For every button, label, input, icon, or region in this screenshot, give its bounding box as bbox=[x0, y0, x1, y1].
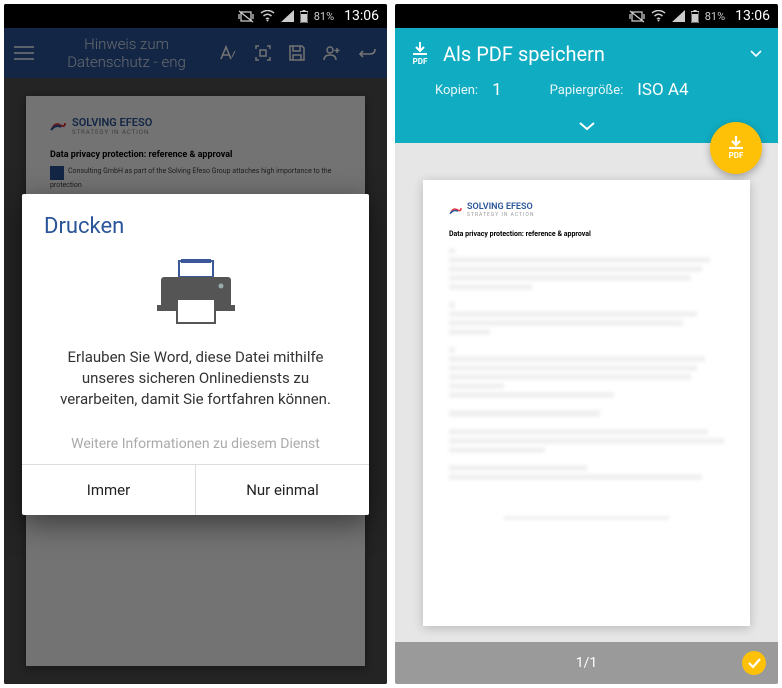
pdf-destination-icon[interactable]: PDF bbox=[411, 42, 429, 66]
clock: 13:06 bbox=[344, 8, 379, 24]
blurred-paragraph bbox=[449, 410, 724, 417]
page-count: 1/1 bbox=[576, 655, 598, 671]
wifi-icon bbox=[651, 10, 666, 22]
blurred-paragraph bbox=[449, 248, 724, 290]
signal-icon bbox=[672, 10, 685, 22]
copies-label: Kopien: bbox=[435, 83, 478, 98]
blurred-paragraph bbox=[449, 429, 724, 453]
preview-tagline: STRATEGY IN ACTION bbox=[467, 212, 534, 218]
once-button[interactable]: Nur einmal bbox=[196, 465, 369, 515]
copies-value[interactable]: 1 bbox=[492, 80, 502, 100]
dialog-body: Erlauben Sie Word, diese Datei mithilfe … bbox=[22, 347, 369, 428]
preview-page: SOLVING EFESO STRATEGY IN ACTION Data pr… bbox=[423, 180, 750, 626]
phone-right-pdf: 81% 13:06 PDF Als PDF speichern Kopien: … bbox=[395, 4, 778, 684]
printer-icon bbox=[22, 249, 369, 347]
pdf-badge: PDF bbox=[413, 57, 428, 66]
paper-size-value[interactable]: ISO A4 bbox=[637, 80, 688, 100]
download-icon bbox=[727, 136, 745, 150]
blurred-paragraph bbox=[449, 347, 724, 398]
preview-heading: Data privacy protection: reference & app… bbox=[449, 230, 724, 238]
wifi-icon bbox=[260, 10, 275, 22]
dropdown-icon[interactable] bbox=[750, 50, 762, 58]
brand-logo-icon bbox=[449, 205, 462, 216]
signal-icon bbox=[281, 10, 294, 22]
always-button[interactable]: Immer bbox=[22, 465, 196, 515]
battery-pct: 81% bbox=[314, 10, 334, 23]
fab-label: PDF bbox=[729, 151, 744, 160]
blurred-paragraph bbox=[449, 302, 724, 335]
blurred-paragraph bbox=[449, 465, 724, 480]
clock: 13:06 bbox=[735, 8, 770, 24]
phone-left-word: 81% 13:06 Hinweis zum Datenschutz - eng … bbox=[4, 4, 387, 684]
preview-brand: SOLVING EFESO bbox=[467, 202, 534, 212]
confirm-check-button[interactable] bbox=[742, 651, 766, 675]
print-preview-area[interactable]: SOLVING EFESO STRATEGY IN ACTION Data pr… bbox=[395, 164, 778, 642]
dialog-buttons: Immer Nur einmal bbox=[22, 464, 369, 515]
blurred-footer bbox=[504, 516, 669, 520]
status-bar: 81% 13:06 bbox=[395, 4, 778, 28]
battery-icon bbox=[300, 10, 308, 23]
dialog-title: Drucken bbox=[22, 194, 369, 249]
paper-size-label: Papiergröße: bbox=[550, 83, 624, 98]
vibrate-icon bbox=[238, 10, 254, 23]
battery-icon bbox=[691, 10, 699, 23]
vibrate-icon bbox=[629, 10, 645, 23]
print-destination-title[interactable]: Als PDF speichern bbox=[443, 42, 736, 66]
dialog-more-info-link[interactable]: Weitere Informationen zu diesem Dienst bbox=[22, 428, 369, 464]
print-dialog: Drucken Erlauben Sie Word, diese Datei m… bbox=[22, 194, 369, 515]
status-bar: 81% 13:06 bbox=[4, 4, 387, 28]
check-icon bbox=[748, 658, 761, 669]
page-indicator-bar: 1/1 bbox=[395, 642, 778, 684]
print-options-row: Kopien: 1 Papiergröße: ISO A4 bbox=[395, 80, 778, 116]
battery-pct: 81% bbox=[705, 10, 725, 23]
